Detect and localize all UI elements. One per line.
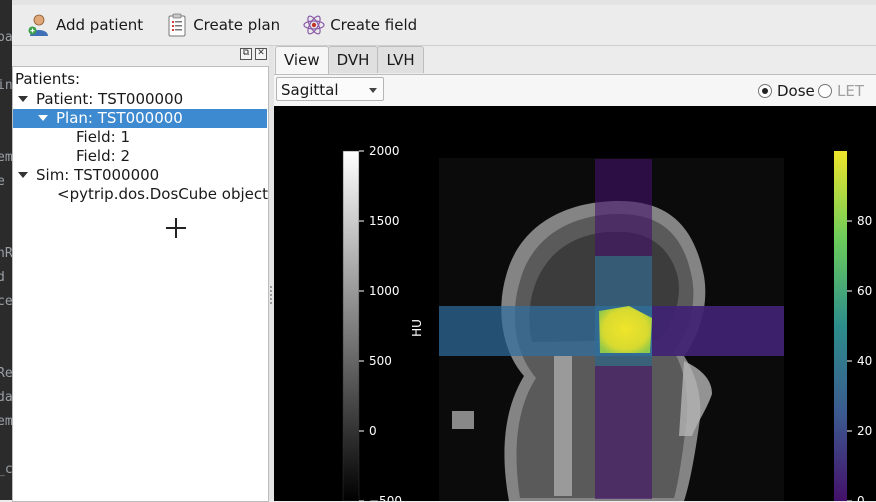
tree-node-plan[interactable]: Plan: TST000000: [13, 109, 267, 128]
main-panel: View DVH LVH Sagittal Dose LET 2000 1500…: [274, 46, 876, 501]
add-patient-label: Add patient: [56, 16, 144, 34]
projection-select[interactable]: Sagittal: [276, 77, 384, 101]
radio-dose-indicator[interactable]: [758, 84, 772, 98]
tree-node-sim[interactable]: Sim: TST000000: [18, 166, 159, 185]
tab-bar: View DVH LVH: [275, 46, 424, 75]
hu-tick-label: 2000: [369, 144, 400, 158]
toolbar: Add patient Create plan Create field: [12, 5, 876, 46]
terminal-text: e: [0, 174, 5, 189]
hu-tick-label: 1000: [369, 284, 400, 298]
clipboard-icon: [165, 13, 189, 37]
expand-arrow-icon[interactable]: [18, 171, 28, 178]
radio-let-indicator[interactable]: [818, 84, 832, 98]
hu-tick-label: 1500: [369, 214, 400, 228]
dose-colorbar: [834, 151, 847, 501]
patient-tree[interactable]: Patients: Patient: TST000000 Plan: TST00…: [12, 66, 296, 502]
dose-tick-label: 80: [857, 214, 872, 228]
terminal-text: nR: [0, 246, 12, 261]
background-terminal: pa in em e nR d ce Re da em _c: [0, 0, 12, 500]
create-plan-label: Create plan: [193, 16, 281, 34]
terminal-text: ce: [0, 294, 12, 309]
expand-arrow-icon[interactable]: [18, 95, 28, 102]
terminal-text: in: [0, 78, 12, 93]
dose-colorbar-ticks: 806040200: [847, 214, 872, 501]
tab-view[interactable]: View: [275, 46, 329, 75]
hu-colorbar-ticks: 2000150010005000−500: [359, 144, 402, 501]
dock-title-bar: ⧉ ✕: [240, 48, 267, 60]
hu-tick-label: 500: [369, 354, 392, 368]
expand-arrow-icon[interactable]: [38, 114, 48, 121]
projection-value: Sagittal: [281, 81, 339, 99]
plot-svg: 2000150010005000−500 HU 806040200: [342, 144, 872, 501]
horizontal-field-right: [652, 306, 784, 356]
hu-axis-label: HU: [410, 319, 424, 337]
patients-dock: ⧉ ✕ Patients: Patient: TST000000 Plan: T…: [12, 46, 296, 502]
radio-let-label: LET: [837, 82, 864, 100]
person-add-icon: [28, 13, 52, 37]
create-plan-button[interactable]: Create plan: [159, 10, 286, 40]
terminal-text: em: [0, 414, 12, 429]
tree-node-field-1[interactable]: Field: 1: [76, 128, 130, 147]
dose-tick-label: 40: [857, 354, 872, 368]
view-tab-content: Sagittal Dose LET 2000 1500 1000 500 0 −…: [274, 74, 876, 501]
radio-let[interactable]: LET: [818, 82, 864, 100]
terminal-text: pa: [0, 30, 12, 45]
terminal-text: da: [0, 390, 12, 405]
terminal-text: d: [0, 270, 5, 285]
atom-icon: [302, 13, 326, 37]
dock-close-button[interactable]: ✕: [255, 48, 267, 60]
create-field-button[interactable]: Create field: [296, 10, 423, 40]
radio-dose[interactable]: Dose: [758, 82, 815, 100]
tree-node-patient[interactable]: Patient: TST000000: [18, 90, 183, 109]
radio-dose-label: Dose: [777, 82, 815, 100]
hu-colorbar: [342, 150, 360, 501]
hu-tick-label: 0: [369, 424, 377, 438]
dose-tick-label: 20: [857, 424, 872, 438]
dose-tick-label: 60: [857, 284, 872, 298]
tree-node-field-2[interactable]: Field: 2: [76, 147, 130, 166]
tab-dvh[interactable]: DVH: [327, 46, 379, 73]
plan-label: Plan: TST000000: [56, 109, 183, 127]
patient-label: Patient: TST000000: [36, 90, 184, 108]
splitter-grip: [270, 286, 272, 306]
dose-plot-canvas[interactable]: 2000 1500 1000 500 0 −500 HU 80 60 40 20 0: [274, 106, 876, 501]
sim-label: Sim: TST000000: [36, 166, 160, 184]
tree-node-doscube[interactable]: <pytrip.dos.DosCube object a...: [57, 185, 296, 204]
dock-float-button[interactable]: ⧉: [240, 48, 252, 60]
tab-lvh[interactable]: LVH: [377, 46, 424, 73]
terminal-text: Re: [0, 366, 12, 381]
tree-header: Patients:: [15, 70, 81, 88]
main-window: Add patient Create plan Create field ⧉ ✕…: [12, 0, 876, 502]
terminal-text: em: [0, 150, 12, 165]
crosshair-cursor-icon: [166, 218, 186, 238]
create-field-label: Create field: [330, 16, 418, 34]
add-patient-button[interactable]: Add patient: [22, 10, 149, 40]
terminal-text: _c: [0, 462, 12, 477]
chevron-down-icon: [369, 88, 377, 93]
